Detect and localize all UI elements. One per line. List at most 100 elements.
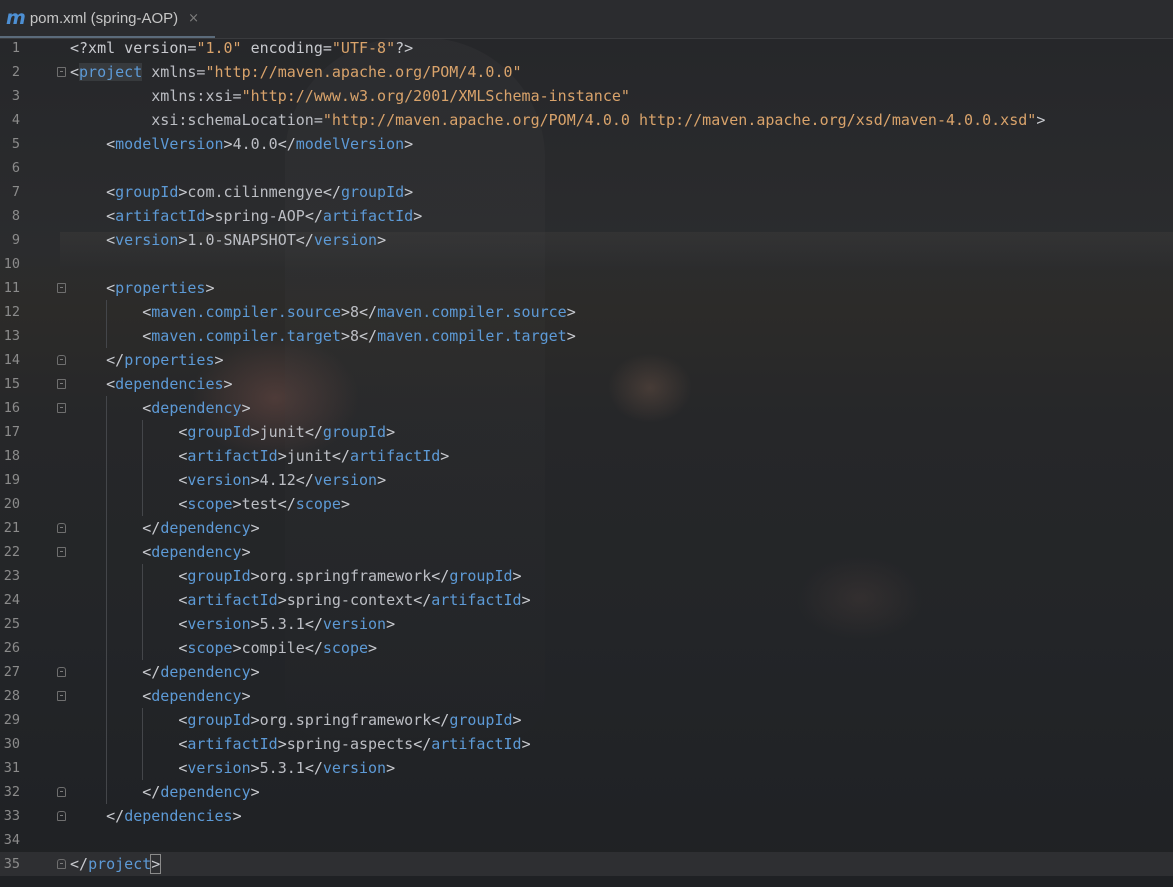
code-line[interactable]: 8 <artifactId>spring-AOP</artifactId> xyxy=(0,204,1173,228)
line-number: 19 xyxy=(3,472,20,488)
code-line[interactable]: 3 xmlns:xsi="http://www.w3.org/2001/XMLS… xyxy=(0,84,1173,108)
code-token: > xyxy=(521,591,531,609)
code-token: org.springframework xyxy=(259,567,432,585)
code-line[interactable]: 27 </dependency> xyxy=(0,660,1173,684)
fold-collapse-icon[interactable] xyxy=(57,379,66,389)
code-token: > xyxy=(566,327,576,345)
code-token: encoding= xyxy=(241,39,332,57)
code-line[interactable]: 4 xsi:schemaLocation="http://maven.apach… xyxy=(0,108,1173,132)
code-line[interactable]: 19 <version>4.12</version> xyxy=(0,468,1173,492)
line-number: 31 xyxy=(3,760,20,776)
xml-tag-name: version xyxy=(313,231,378,249)
fold-end-icon[interactable] xyxy=(57,787,66,797)
code-line[interactable]: 22 <dependency> xyxy=(0,540,1173,564)
code-line[interactable]: 21 </dependency> xyxy=(0,516,1173,540)
fold-collapse-icon[interactable] xyxy=(57,67,66,77)
xml-tag-name: properties xyxy=(124,351,215,369)
line-number: 14 xyxy=(3,352,20,368)
code-line[interactable]: 15 <dependencies> xyxy=(0,372,1173,396)
fold-end-icon[interactable] xyxy=(57,859,66,869)
code-line[interactable]: 35 </project> xyxy=(0,852,1173,876)
line-number: 34 xyxy=(3,832,20,848)
code-line[interactable]: 18 <artifactId>junit</artifactId> xyxy=(0,444,1173,468)
code-line[interactable]: 14 </properties> xyxy=(0,348,1173,372)
fold-end-icon[interactable] xyxy=(57,355,66,365)
xml-tag-name: version xyxy=(322,615,387,633)
xml-tag-name: version xyxy=(313,471,378,489)
code-token: xsi:schemaLocation= xyxy=(70,111,323,129)
code-token: 8 xyxy=(349,303,359,321)
code-token: < xyxy=(70,231,116,249)
code-line[interactable]: 13 <maven.compiler.target>8</maven.compi… xyxy=(0,324,1173,348)
editor-tab-bar: m pom.xml (spring-AOP) × xyxy=(0,0,1173,39)
code-token: < xyxy=(70,327,152,345)
code-text: </project> xyxy=(70,852,162,876)
line-number: 13 xyxy=(3,328,20,344)
xml-tag-name: groupId xyxy=(340,183,405,201)
tab-pom-xml[interactable]: m pom.xml (spring-AOP) × xyxy=(0,0,215,38)
code-text: <dependency> xyxy=(70,540,250,564)
xml-tag-name: dependency xyxy=(151,543,242,561)
xml-tag-name: scope xyxy=(322,639,369,657)
code-line[interactable]: 29 <groupId>org.springframework</groupId… xyxy=(0,708,1173,732)
code-line[interactable]: 5 <modelVersion>4.0.0</modelVersion> xyxy=(0,132,1173,156)
xml-attribute-value: "http://maven.apache.org/POM/4.0.0 http:… xyxy=(322,111,1037,129)
line-number: 10 xyxy=(3,256,20,272)
close-icon[interactable]: × xyxy=(188,11,199,26)
fold-collapse-icon[interactable] xyxy=(57,403,66,413)
code-text: <groupId>junit</groupId> xyxy=(70,420,395,444)
code-token: org.springframework xyxy=(259,711,432,729)
code-line[interactable]: 32 </dependency> xyxy=(0,780,1173,804)
code-line[interactable]: 31 <version>5.3.1</version> xyxy=(0,756,1173,780)
code-line[interactable]: 2 <project xmlns="http://maven.apache.org… xyxy=(0,60,1173,84)
fold-collapse-icon[interactable] xyxy=(57,691,66,701)
code-line[interactable]: 12 <maven.compiler.source>8</maven.compi… xyxy=(0,300,1173,324)
code-token: </ xyxy=(413,591,432,609)
xml-tag-name: artifactId xyxy=(187,591,278,609)
fold-end-icon[interactable] xyxy=(57,667,66,677)
code-line[interactable]: 23 <groupId>org.springframework</groupId… xyxy=(0,564,1173,588)
code-token: </ xyxy=(304,423,323,441)
code-line[interactable]: 7 <groupId>com.cilinmengye</groupId> xyxy=(0,180,1173,204)
code-line[interactable]: 16 <dependency> xyxy=(0,396,1173,420)
code-token: 5.3.1 xyxy=(259,615,305,633)
code-text: <?xml version="1.0" encoding="UTF-8"?> xyxy=(70,36,413,60)
line-number: 11 xyxy=(3,280,20,296)
code-line[interactable]: 20 <scope>test</scope> xyxy=(0,492,1173,516)
xml-tag-name: maven.compiler.target xyxy=(151,327,341,345)
code-token: > xyxy=(223,135,233,153)
code-line[interactable]: 11 <properties> xyxy=(0,276,1173,300)
fold-collapse-icon[interactable] xyxy=(57,547,66,557)
code-line[interactable]: 33 </dependencies> xyxy=(0,804,1173,828)
code-line[interactable]: 28 <dependency> xyxy=(0,684,1173,708)
xml-attribute-value: "1.0" xyxy=(196,39,242,57)
code-line[interactable]: 10 xyxy=(0,252,1173,276)
code-text: <version>5.3.1</version> xyxy=(70,756,395,780)
code-token: > xyxy=(512,711,522,729)
code-token: > xyxy=(223,375,233,393)
code-line[interactable]: 30 <artifactId>spring-aspects</artifactI… xyxy=(0,732,1173,756)
xml-tag-name: groupId xyxy=(187,711,251,729)
xml-tag-name: dependency xyxy=(151,399,242,417)
fold-collapse-icon[interactable] xyxy=(57,283,66,293)
code-line[interactable]: 26 <scope>compile</scope> xyxy=(0,636,1173,660)
xml-tag-name: artifactId xyxy=(431,591,522,609)
code-token: </ xyxy=(304,639,323,657)
fold-end-icon[interactable] xyxy=(57,811,66,821)
code-line[interactable]: 25 <version>5.3.1</version> xyxy=(0,612,1173,636)
code-line[interactable]: 34 xyxy=(0,828,1173,852)
code-token: > xyxy=(241,399,251,417)
code-line[interactable]: 24 <artifactId>spring-context</artifactI… xyxy=(0,588,1173,612)
fold-end-icon[interactable] xyxy=(57,523,66,533)
code-token: > xyxy=(340,303,350,321)
code-token: > xyxy=(241,687,251,705)
code-line[interactable]: 17 <groupId>junit</groupId> xyxy=(0,420,1173,444)
code-token: < xyxy=(70,687,152,705)
code-token: < xyxy=(70,711,188,729)
code-line[interactable]: 6 xyxy=(0,156,1173,180)
code-editor[interactable]: 1 <?xml version="1.0" encoding="UTF-8"?> 2… xyxy=(0,36,1173,876)
code-line[interactable]: 1 <?xml version="1.0" encoding="UTF-8"?> xyxy=(0,36,1173,60)
code-token: junit xyxy=(286,447,332,465)
code-text: <groupId>org.springframework</groupId> xyxy=(70,708,522,732)
code-line[interactable]: 9 <version>1.0-SNAPSHOT</version> xyxy=(0,228,1173,252)
